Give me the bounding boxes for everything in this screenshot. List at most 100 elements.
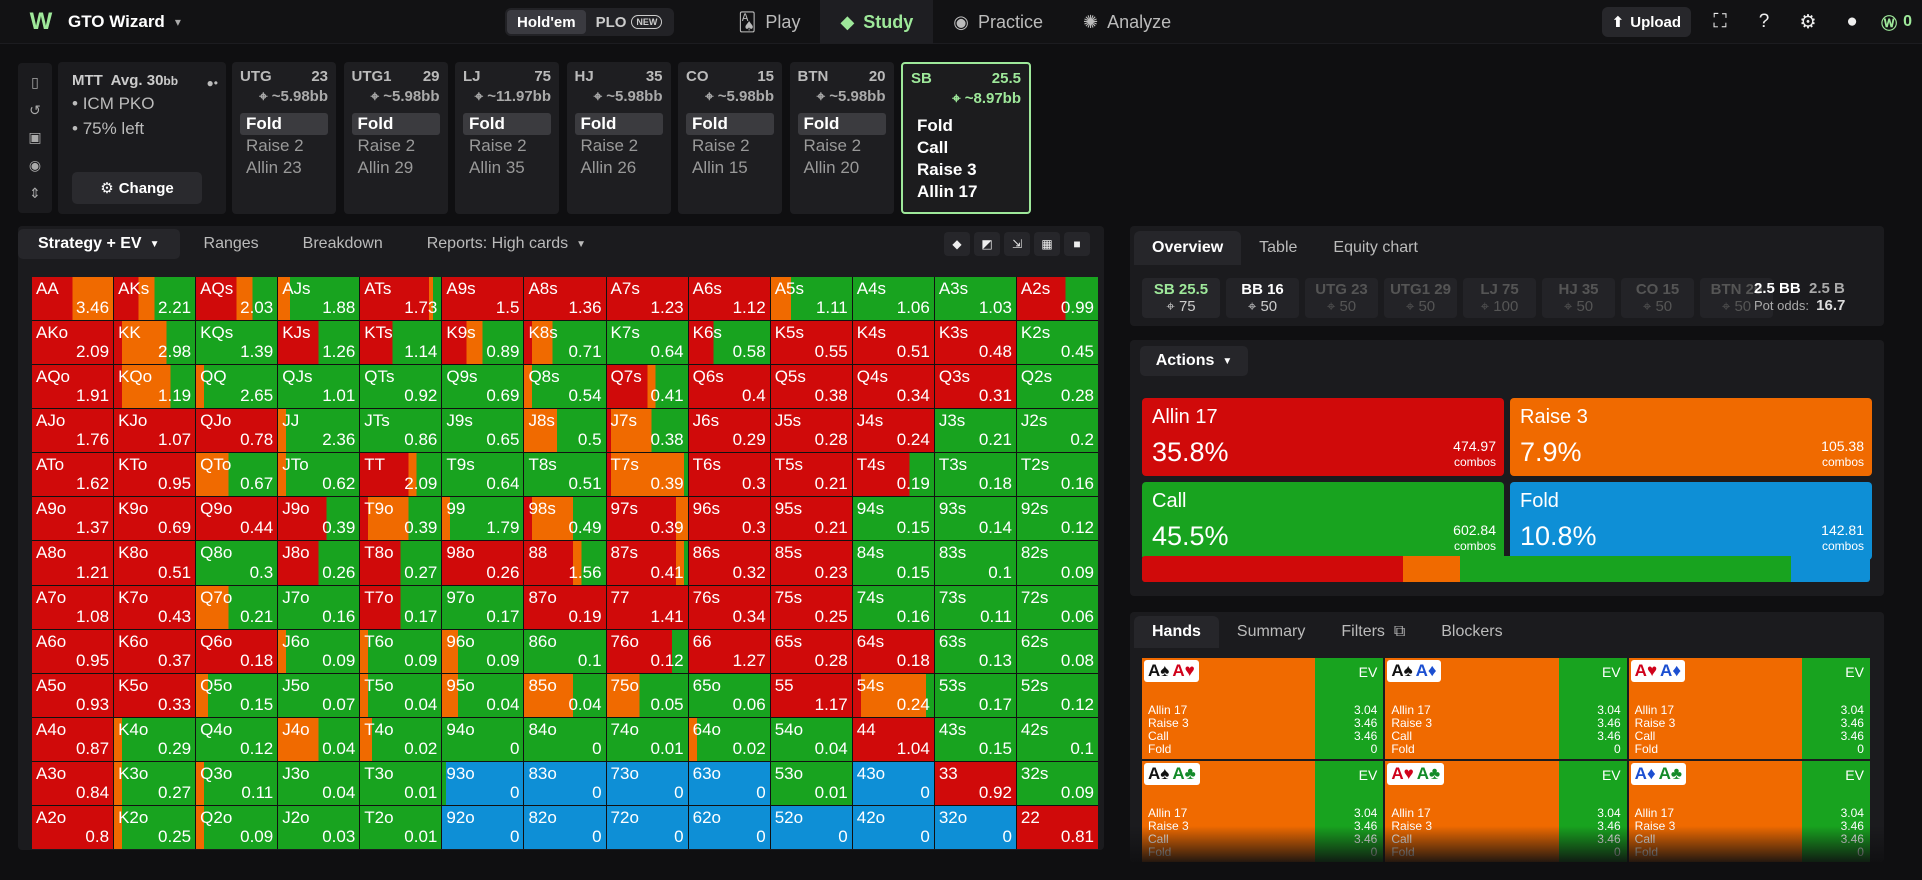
hand-cell[interactable]: Q9s 0.69 [442,365,524,409]
hand-cell[interactable]: 75s 0.25 [770,585,852,629]
seat-2[interactable]: UTG 23 ⌖ 50 [1305,278,1378,318]
hand-cell[interactable]: Q4o 0.12 [196,717,278,761]
hand-cell[interactable]: T3o 0.01 [360,761,442,805]
hand-cell[interactable]: Q3o 0.11 [196,761,278,805]
hand-cell[interactable]: K2o 0.25 [114,805,196,849]
hand-cell[interactable]: A8s 1.36 [524,277,606,321]
hand-cell[interactable]: QJo 0.78 [196,409,278,453]
hand-cell[interactable]: 82s 0.09 [1016,541,1098,585]
hand-cell[interactable]: Q6o 0.18 [196,629,278,673]
seat-5[interactable]: HJ 35 ⌖ 50 [1542,278,1615,318]
hand-cell[interactable]: 53s 0.17 [934,673,1016,717]
hand-cell[interactable]: 83o 0 [524,761,606,805]
hand-cell[interactable]: Q6s 0.4 [688,365,770,409]
hand-cell[interactable]: K3o 0.27 [114,761,196,805]
hand-cell[interactable]: T3s 0.18 [934,453,1016,497]
hand-cell[interactable]: AKo 2.09 [32,321,114,365]
hand-cell[interactable]: J9o 0.39 [278,497,360,541]
hand-cell[interactable]: 63s 0.13 [934,629,1016,673]
hand-cell[interactable]: 92o 0 [442,805,524,849]
help-icon[interactable]: ? [1749,7,1779,37]
brand-name[interactable]: GTO Wizard [68,12,165,32]
screenshot-icon[interactable]: ⛶ [1705,7,1735,37]
hand-cell[interactable]: 42s 0.1 [1016,717,1098,761]
hand-cell[interactable]: QQ 2.65 [196,365,278,409]
hand-cell[interactable]: 73s 0.11 [934,585,1016,629]
hand-cell[interactable]: 96o 0.09 [442,629,524,673]
seat-6[interactable]: CO 15 ⌖ 50 [1621,278,1694,318]
seat-4[interactable]: LJ 75 ⌖ 100 [1463,278,1536,318]
hand-cell[interactable]: AKs 2.21 [114,277,196,321]
hand-cell[interactable]: 52s 0.12 [1016,673,1098,717]
hand-cell[interactable]: 66 1.27 [688,629,770,673]
hand-cell[interactable]: T2s 0.16 [1016,453,1098,497]
hand-cell[interactable]: 87s 0.41 [606,541,688,585]
hand-card[interactable]: A♥ A♦ EV Allin 17 3.04 Raise 3 3.46 Call 3.46 Fol… [1628,658,1870,759]
hand-cell[interactable]: AQo 1.91 [32,365,114,409]
action-option[interactable]: Allin 15 [686,157,774,179]
contrast-icon[interactable]: ◩ [974,232,1000,256]
save-icon[interactable]: ▣ [28,129,41,146]
hand-cell[interactable]: 95s 0.21 [770,497,852,541]
hand-cell[interactable]: J2s 0.2 [1016,409,1098,453]
hand-cell[interactable]: 85o 0.04 [524,673,606,717]
hand-cell[interactable]: K2s 0.45 [1016,321,1098,365]
tab-summary[interactable]: Summary [1219,616,1323,648]
tab-filters[interactable]: Filters ⧉ [1323,616,1423,648]
hand-cell[interactable]: J6s 0.29 [688,409,770,453]
hand-cell[interactable]: 44 1.04 [852,717,934,761]
action-option[interactable]: Fold [463,113,551,135]
hand-cell[interactable]: 85s 0.23 [770,541,852,585]
action-option[interactable]: Raise 2 [240,135,328,157]
hand-cell[interactable]: K9o 0.69 [114,497,196,541]
hand-cell[interactable]: T6s 0.3 [688,453,770,497]
plo-toggle[interactable]: PLO NEW [586,10,673,34]
hand-cell[interactable]: A4o 0.87 [32,717,114,761]
tab-reports[interactable]: Reports: High cards ▼ [407,229,606,259]
logo-icon[interactable]: W [26,8,56,35]
hand-cell[interactable]: 98s 0.49 [524,497,606,541]
hand-cell[interactable]: 76o 0.12 [606,629,688,673]
seat-0[interactable]: SB 25.5 ⌖ 75 [1142,278,1220,318]
hand-cell[interactable]: J6o 0.09 [278,629,360,673]
hand-cell[interactable]: J3o 0.04 [278,761,360,805]
action-box-fold[interactable]: Fold 10.8% 142.81 combos [1510,482,1872,560]
change-button[interactable]: ⚙ Change [72,172,202,204]
hand-cell[interactable]: AJo 1.76 [32,409,114,453]
hand-cell[interactable]: KJo 1.07 [114,409,196,453]
hand-cell[interactable]: 97s 0.39 [606,497,688,541]
credits[interactable]: Ⓦ 0 [1881,10,1912,34]
tab-equity-chart[interactable]: Equity chart [1315,231,1435,265]
hand-cell[interactable]: Q2s 0.28 [1016,365,1098,409]
hand-cell[interactable]: 86s 0.32 [688,541,770,585]
hand-cell[interactable]: K7o 0.43 [114,585,196,629]
action-option[interactable]: Fold [351,113,440,135]
action-option[interactable]: Fold [240,113,328,135]
hand-cell[interactable]: 74o 0.01 [606,717,688,761]
grid-view-icon[interactable]: ▦ [1034,232,1060,256]
hand-cell[interactable]: 77 1.41 [606,585,688,629]
actions-dropdown[interactable]: Actions ▼ [1140,346,1248,376]
hand-cell[interactable]: J3s 0.21 [934,409,1016,453]
hand-cell[interactable]: Q4s 0.34 [852,365,934,409]
hand-cell[interactable]: A5o 0.93 [32,673,114,717]
nav-analyze[interactable]: ✺ Analyze [1063,0,1191,44]
action-option[interactable]: Allin 26 [575,157,663,179]
hand-cell[interactable]: 97o 0.17 [442,585,524,629]
position-card-lj[interactable]: LJ 75 ⌖ ~11.97bb Fold Raise 2 Allin 35 [455,62,559,214]
hand-cell[interactable]: JTo 0.62 [278,453,360,497]
hand-cell[interactable]: A8o 1.21 [32,541,114,585]
hand-cell[interactable]: J7o 0.16 [278,585,360,629]
hand-cell[interactable]: 86o 0.1 [524,629,606,673]
hand-cell[interactable]: KQs 1.39 [196,321,278,365]
hand-cell[interactable]: 54s 0.24 [852,673,934,717]
hand-cell[interactable]: J7s 0.38 [606,409,688,453]
hand-cell[interactable]: A2o 0.8 [32,805,114,849]
position-card-sb[interactable]: SB 25.5 ⌖ ~8.97bb Fold Call Raise 3 Allin 17 [901,62,1031,214]
action-option[interactable]: Fold [574,113,663,135]
action-option[interactable]: Allin 17 [911,181,1021,203]
position-card-utg[interactable]: UTG 23 ⌖ ~5.98bb Fold Raise 2 Allin 23 [232,62,336,214]
hand-cell[interactable]: K6o 0.37 [114,629,196,673]
holdem-toggle[interactable]: Hold'em [507,10,586,34]
action-option[interactable]: Raise 2 [575,135,663,157]
